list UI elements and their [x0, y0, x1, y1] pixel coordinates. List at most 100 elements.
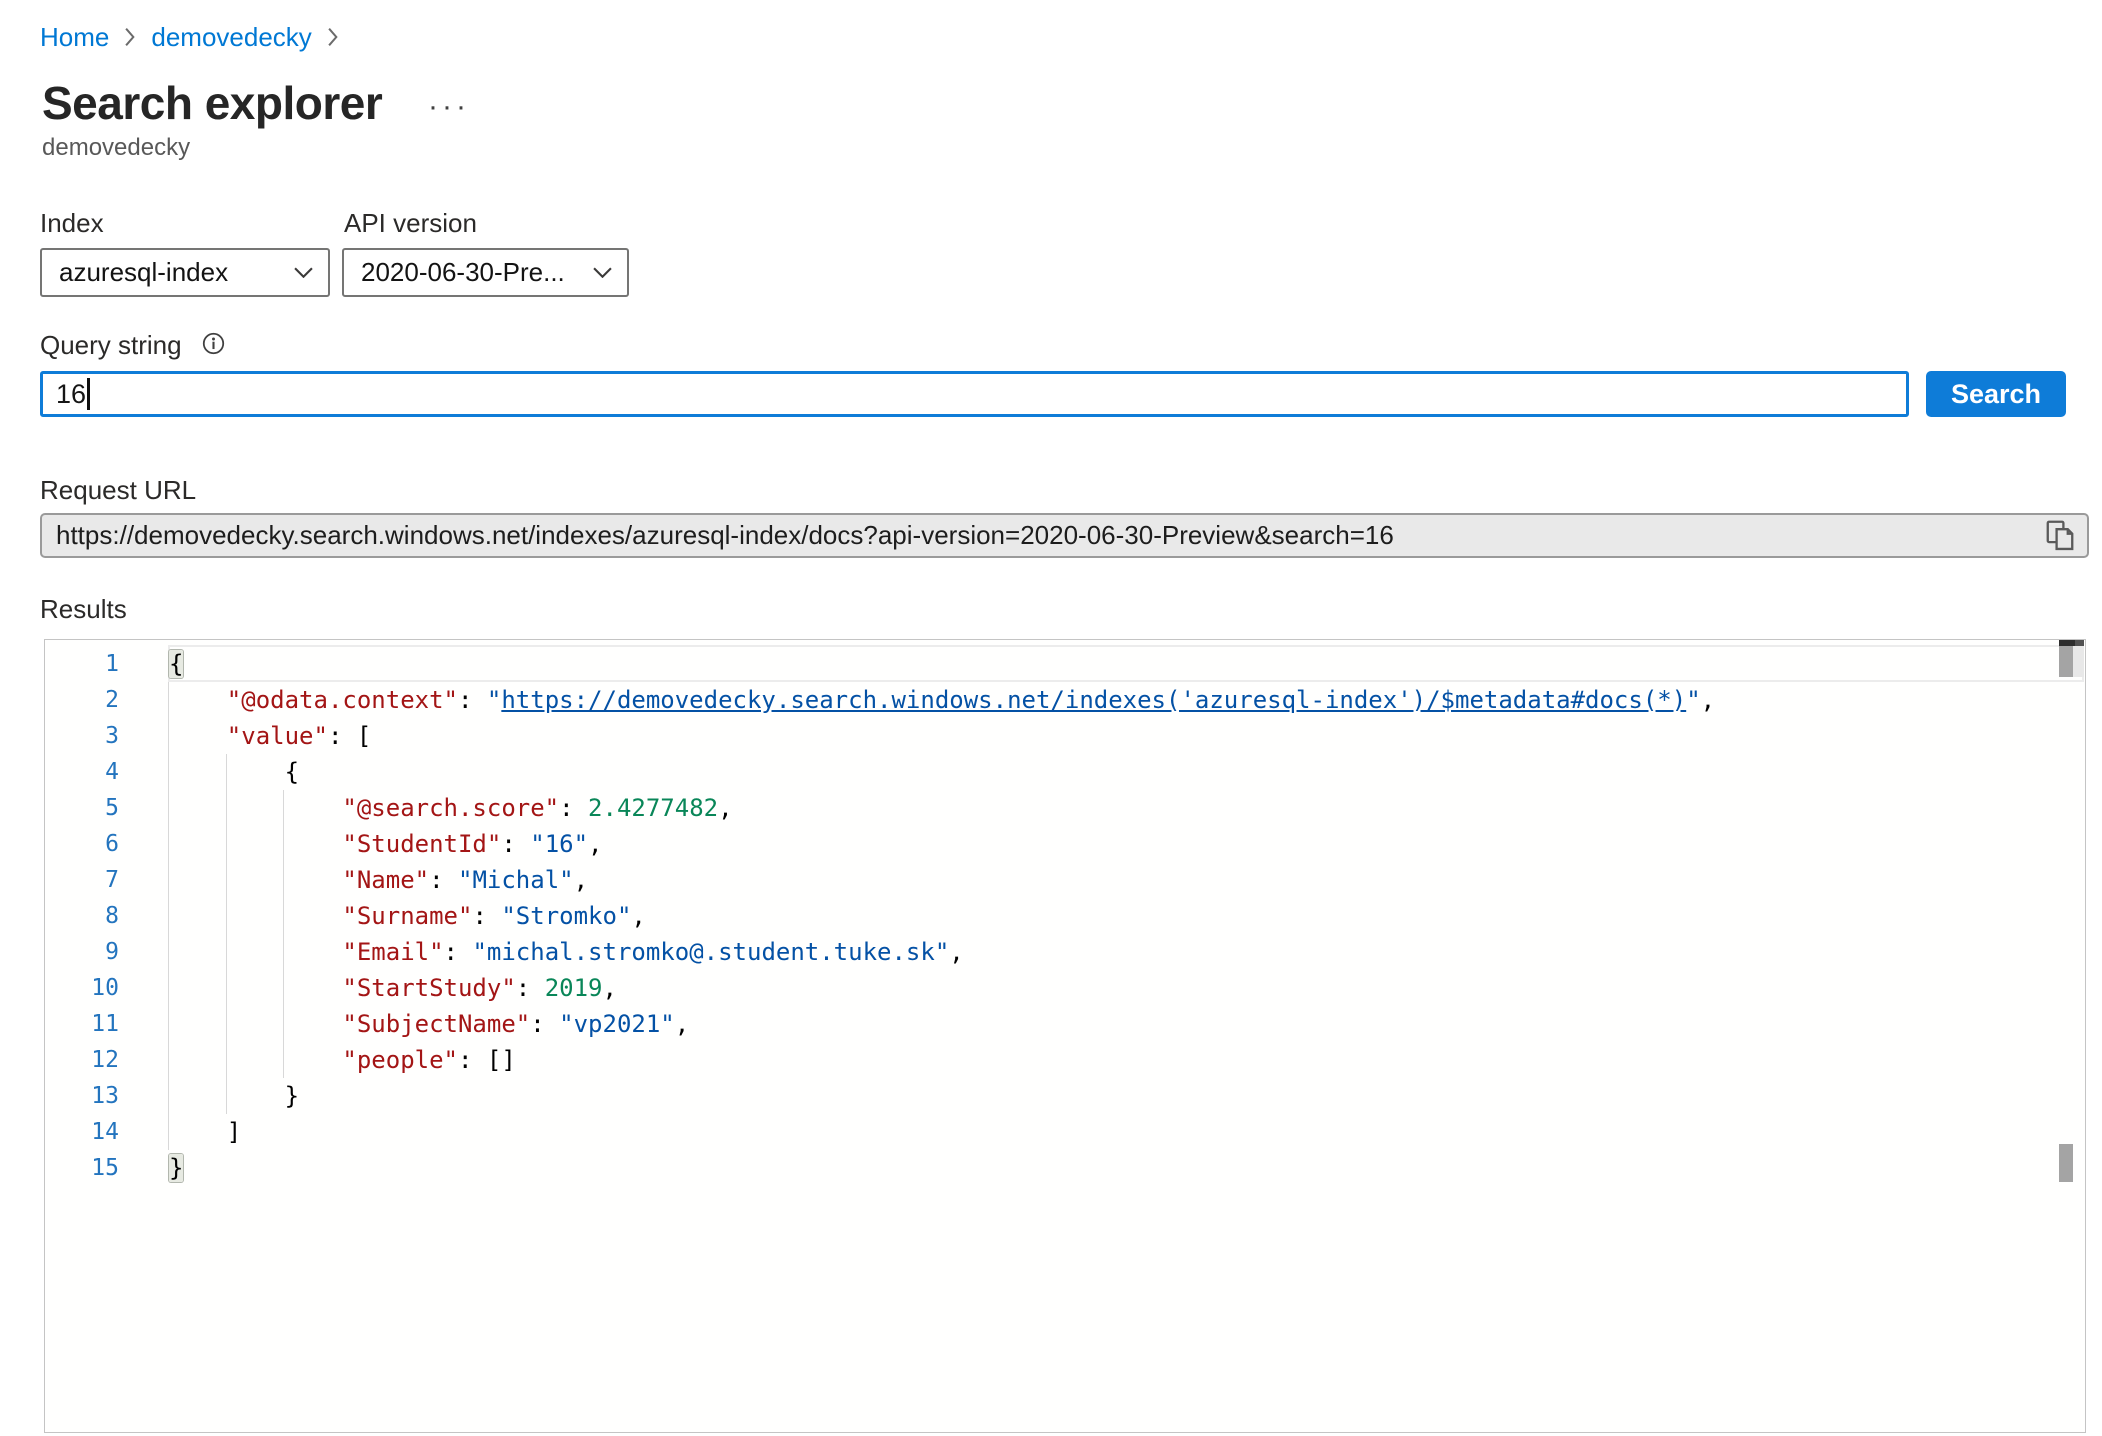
line-number: 11 — [45, 1006, 119, 1042]
copy-icon — [2045, 541, 2075, 556]
query-string-input[interactable]: 16 — [40, 371, 1909, 417]
code-token: , — [574, 866, 588, 894]
code-line: "Name": "Michal", — [169, 862, 1715, 898]
code-line: { — [169, 646, 1715, 682]
index-label: Index — [40, 208, 104, 239]
scrollbar-thumb[interactable] — [2059, 646, 2073, 677]
line-number: 4 — [45, 754, 119, 790]
scrollbar-thumb-lower[interactable] — [2059, 1144, 2073, 1182]
request-url-label: Request URL — [40, 475, 196, 506]
line-number: 15 — [45, 1150, 119, 1186]
code-token: "michal.stromko@.student.tuke.sk" — [472, 938, 949, 966]
code-token: } — [285, 1082, 299, 1110]
line-number: 10 — [45, 970, 119, 1006]
code-line: "@search.score": 2.4277482, — [169, 790, 1715, 826]
code-token: " — [1686, 686, 1700, 714]
gutter: 123456789101112131415 — [45, 646, 119, 1186]
code-token: "vp2021" — [559, 1010, 675, 1038]
line-number: 8 — [45, 898, 119, 934]
chevron-down-icon — [593, 267, 612, 278]
code-token: "Email" — [342, 938, 443, 966]
search-button[interactable]: Search — [1926, 371, 2066, 417]
line-number: 5 — [45, 790, 119, 826]
code-token: "16" — [530, 830, 588, 858]
page-title: Search explorer — [42, 76, 382, 130]
line-number: 6 — [45, 826, 119, 862]
info-icon[interactable] — [202, 332, 225, 355]
code-line: } — [169, 1078, 1715, 1114]
code-token: "SubjectName" — [342, 1010, 530, 1038]
code-token: : — [444, 938, 473, 966]
code-line: "people": [] — [169, 1042, 1715, 1078]
code-token: 2019 — [545, 974, 603, 1002]
line-number: 3 — [45, 718, 119, 754]
code-token: " — [487, 686, 501, 714]
scrollbar-track[interactable] — [2073, 646, 2084, 677]
breadcrumb-home[interactable]: Home — [40, 22, 109, 53]
code-token: , — [675, 1010, 689, 1038]
code-token: , — [631, 902, 645, 930]
code-token: "people" — [342, 1046, 458, 1074]
line-number: 7 — [45, 862, 119, 898]
text-cursor — [87, 378, 90, 410]
copy-button[interactable] — [2045, 519, 2075, 553]
code-line: "Email": "michal.stromko@.student.tuke.s… — [169, 934, 1715, 970]
code-line: "StartStudy": 2019, — [169, 970, 1715, 1006]
index-select-value: azuresql-index — [59, 257, 228, 288]
results-label: Results — [40, 594, 127, 625]
ellipsis-icon[interactable]: ··· — [428, 90, 470, 124]
code-token: , — [602, 974, 616, 1002]
code-token: : — [501, 830, 530, 858]
odata-context-link[interactable]: https://demovedecky.search.windows.net/i… — [501, 686, 1686, 714]
code-line: ] — [169, 1114, 1715, 1150]
chevron-down-icon — [294, 267, 313, 278]
code-token: "StartStudy" — [342, 974, 515, 1002]
api-version-label: API version — [344, 208, 477, 239]
code-lines: { "@odata.context": "https://demovedecky… — [169, 646, 1715, 1186]
line-number: 14 — [45, 1114, 119, 1150]
chevron-right-icon — [124, 27, 136, 47]
code-line: { — [169, 754, 1715, 790]
code-token: { — [285, 758, 299, 786]
code-line: } — [169, 1150, 1715, 1186]
code-line: "SubjectName": "vp2021", — [169, 1006, 1715, 1042]
code-token: : — [559, 794, 588, 822]
code-token: : — [516, 974, 545, 1002]
code-line: "StudentId": "16", — [169, 826, 1715, 862]
api-version-select-value: 2020-06-30-Pre... — [361, 257, 565, 288]
code-line: "@odata.context": "https://demovedecky.s… — [169, 682, 1715, 718]
line-number: 9 — [45, 934, 119, 970]
request-url-value: https://demovedecky.search.windows.net/i… — [56, 520, 1394, 551]
request-url-field[interactable]: https://demovedecky.search.windows.net/i… — [40, 513, 2089, 558]
code-token: : [] — [458, 1046, 516, 1074]
code-token: { — [169, 650, 183, 678]
code-line: "value": [ — [169, 718, 1715, 754]
page-subtitle: demovedecky — [42, 134, 190, 162]
line-number: 1 — [45, 646, 119, 682]
code-token: , — [588, 830, 602, 858]
code-token: "value" — [227, 722, 328, 750]
code-token: "Surname" — [342, 902, 472, 930]
code-token: 2.4277482 — [588, 794, 718, 822]
api-version-select[interactable]: 2020-06-30-Pre... — [342, 248, 629, 297]
code-token: "StudentId" — [342, 830, 501, 858]
code-token: "@search.score" — [342, 794, 559, 822]
results-editor[interactable]: 123456789101112131415 { "@odata.context"… — [44, 639, 2086, 1433]
index-select[interactable]: azuresql-index — [40, 248, 330, 297]
breadcrumb: Home demovedecky — [40, 22, 339, 52]
code-token: , — [1701, 686, 1715, 714]
chevron-right-icon — [327, 27, 339, 47]
query-string-label: Query string — [40, 330, 182, 361]
code-token: : — [458, 686, 487, 714]
breadcrumb-demovedecky[interactable]: demovedecky — [151, 22, 311, 53]
code-token: "Stromko" — [501, 902, 631, 930]
code-token: : [ — [328, 722, 371, 750]
code-token: ] — [227, 1118, 241, 1146]
query-string-value: 16 — [56, 379, 86, 410]
line-number: 12 — [45, 1042, 119, 1078]
code-token: : — [530, 1010, 559, 1038]
line-number: 13 — [45, 1078, 119, 1114]
code-token: "Michal" — [458, 866, 574, 894]
code-token: : — [429, 866, 458, 894]
code-token: , — [718, 794, 732, 822]
